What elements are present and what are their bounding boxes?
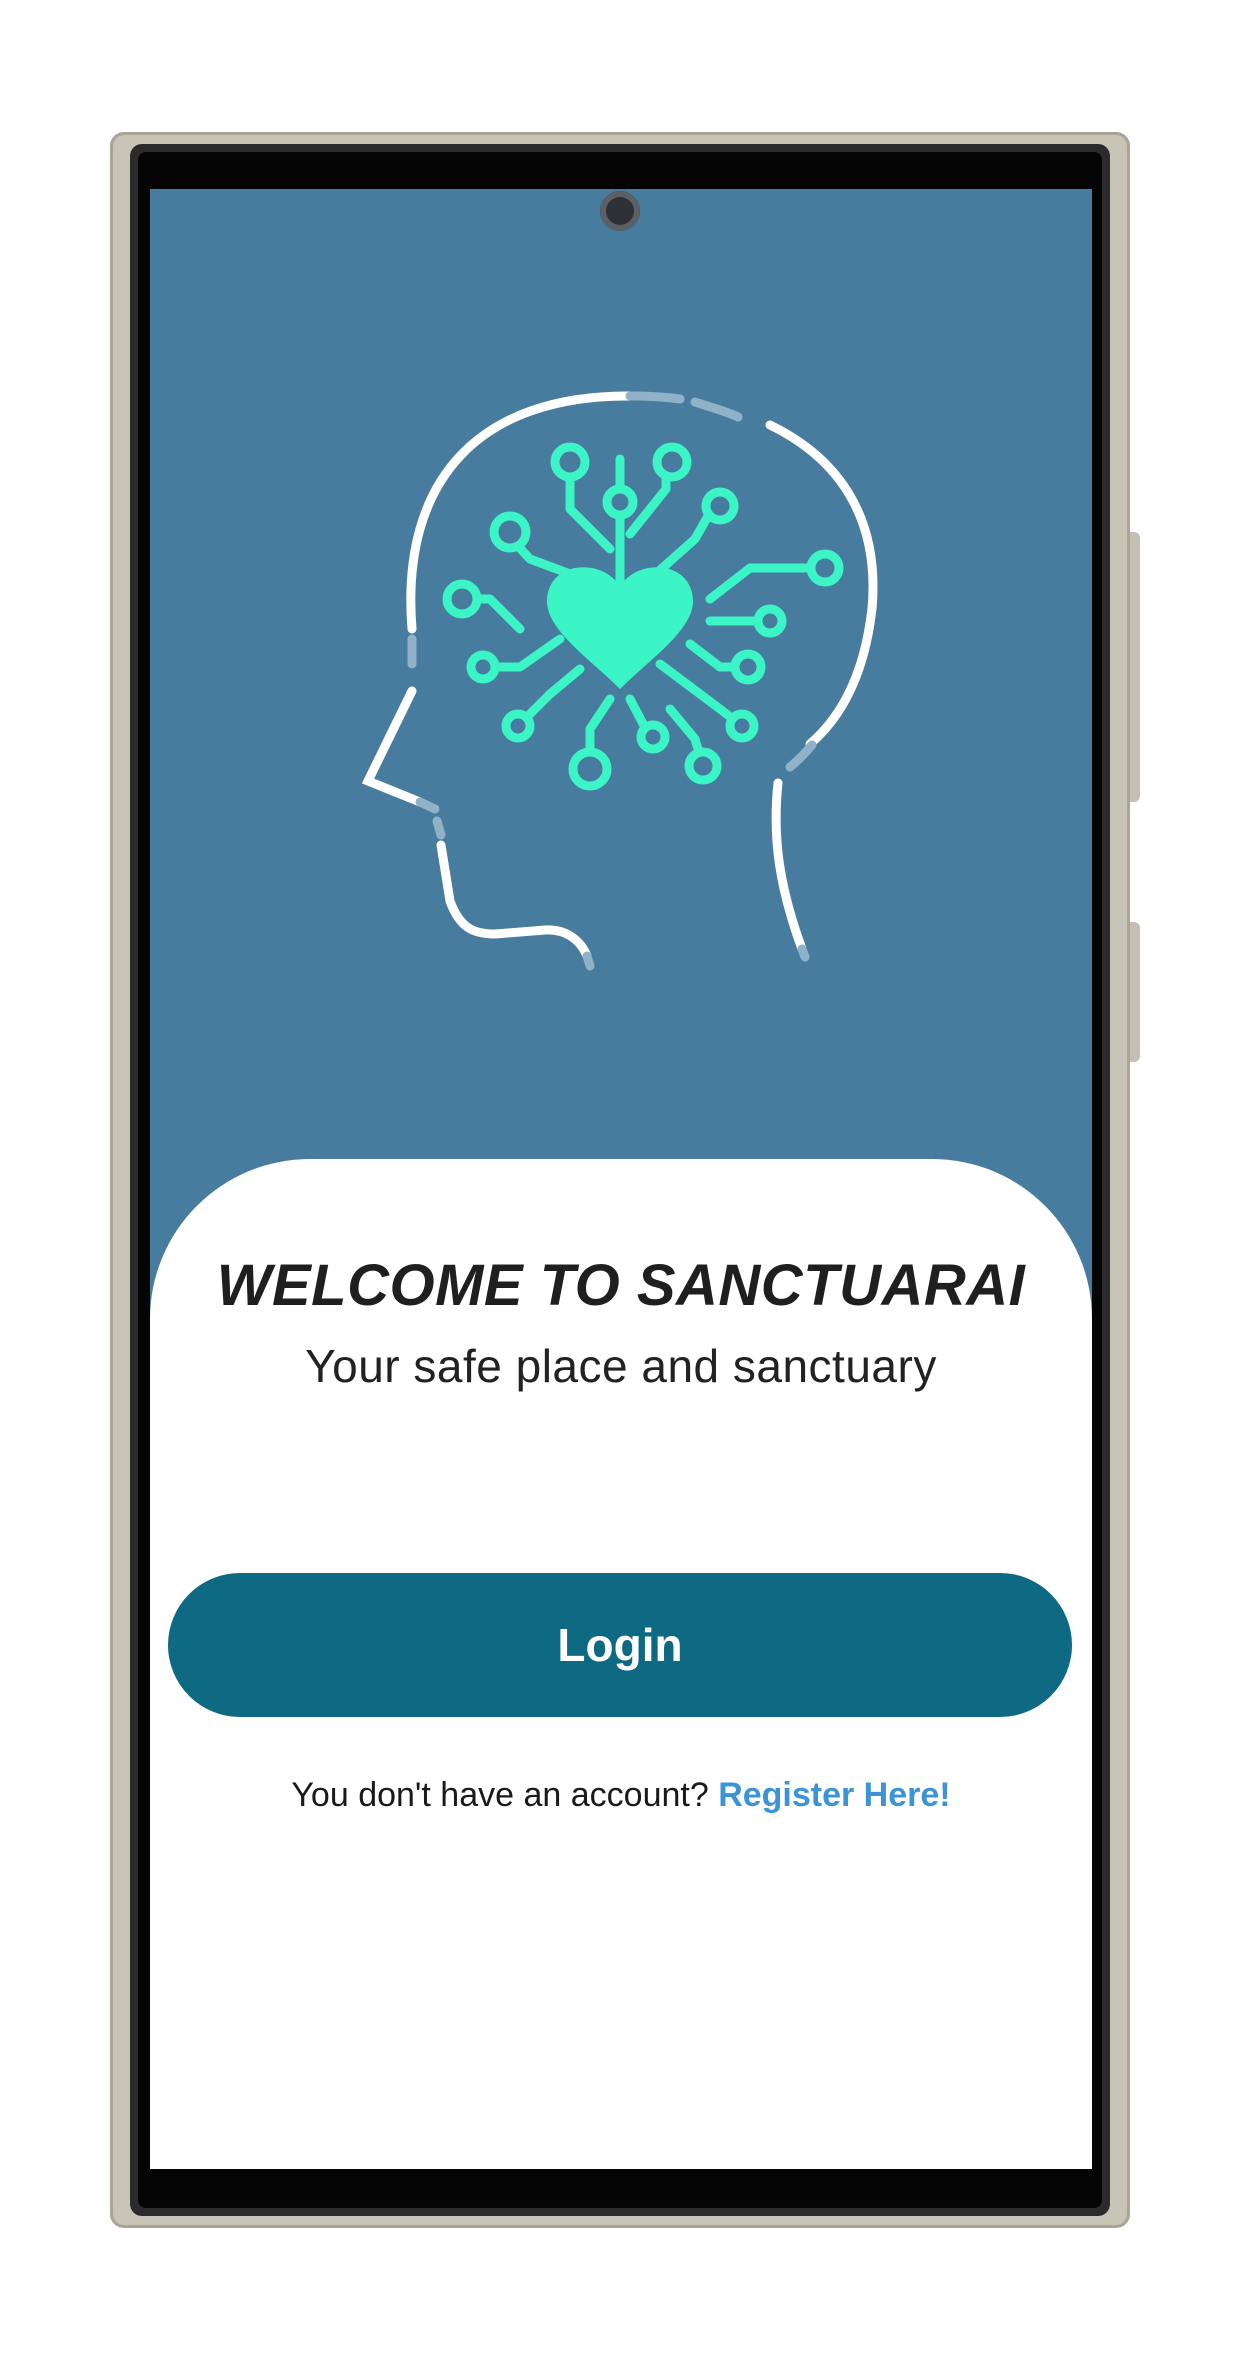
power-button [1130,922,1140,1062]
welcome-subtitle: Your safe place and sanctuary [305,1340,937,1392]
welcome-title: WELCOME TO SANCTUARAI [216,1253,1026,1318]
login-button[interactable]: Login [168,1573,1072,1717]
register-prompt-line: You don't have an account? Register Here… [150,1776,1092,1815]
brain-heart-circuit-head-icon [361,391,878,971]
screen-bottom-edge [150,2169,1092,2189]
register-prompt-text: You don't have an account? [291,1776,719,1814]
register-link[interactable]: Register Here! [718,1776,950,1814]
app-screen: WELCOME TO SANCTUARAI Your safe place an… [150,189,1092,2169]
volume-button [1130,532,1140,802]
